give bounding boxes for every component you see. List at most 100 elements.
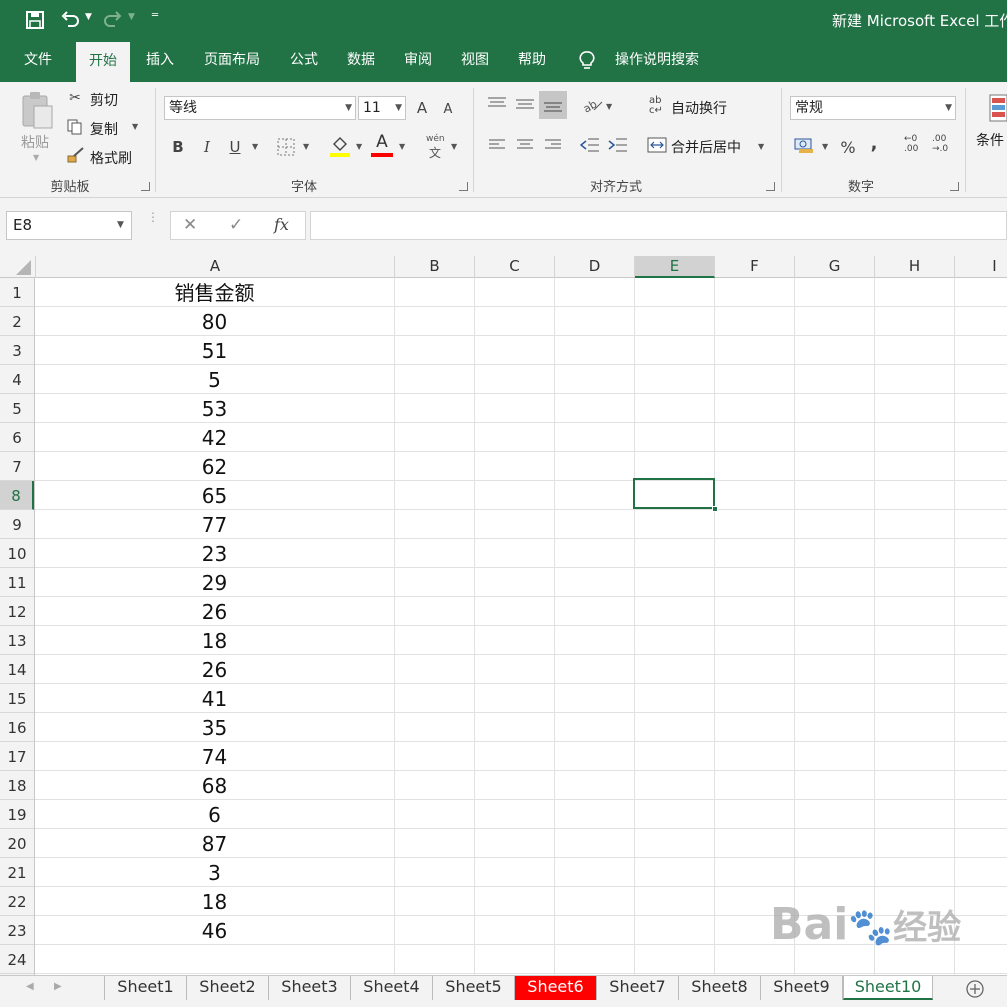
insert-function-icon[interactable]: fx [274, 215, 289, 234]
cell-a4[interactable]: 5 [35, 365, 394, 394]
column-header-a[interactable]: A [35, 256, 395, 278]
cell-a20[interactable]: 87 [35, 829, 394, 858]
redo-icon[interactable] [103, 10, 123, 30]
paste-dropdown-icon[interactable]: ▼ [33, 153, 39, 162]
font-name-combo[interactable]: 等线 ▼ [164, 96, 356, 120]
tab-view[interactable]: 视图 [451, 40, 499, 82]
row-header-10[interactable]: 10 [0, 539, 34, 568]
sheet-tab-sheet5[interactable]: Sheet5 [433, 976, 515, 1000]
cell-a19[interactable]: 6 [35, 800, 394, 829]
align-right-icon[interactable] [544, 138, 562, 152]
merge-dropdown-icon[interactable]: ▼ [758, 142, 764, 151]
fill-color-dropdown-icon[interactable]: ▼ [356, 142, 362, 151]
row-header-20[interactable]: 20 [0, 829, 34, 858]
copy-button[interactable]: 复制 [90, 119, 118, 139]
name-box[interactable]: E8 ▼ [6, 211, 132, 240]
cell-a8[interactable]: 65 [35, 481, 394, 510]
row-header-6[interactable]: 6 [0, 423, 34, 452]
chevron-down-icon[interactable]: ▼ [945, 97, 952, 119]
row-header-2[interactable]: 2 [0, 307, 34, 336]
row-header-24[interactable]: 24 [0, 945, 34, 974]
wrap-text-button[interactable]: 自动换行 [671, 98, 727, 118]
row-header-9[interactable]: 9 [0, 510, 34, 539]
undo-icon[interactable] [60, 10, 80, 30]
sheet-tab-sheet6[interactable]: Sheet6 [515, 976, 597, 1000]
font-color-dropdown-icon[interactable]: ▼ [399, 142, 405, 151]
tab-review[interactable]: 审阅 [394, 40, 442, 82]
row-header-18[interactable]: 18 [0, 771, 34, 800]
row-header-1[interactable]: 1 [0, 278, 34, 307]
format-painter-button[interactable]: 格式刷 [90, 148, 132, 168]
grow-font-icon[interactable]: A [413, 98, 431, 118]
align-center-icon[interactable] [516, 138, 534, 152]
column-header-f[interactable]: F [715, 256, 795, 278]
row-header-17[interactable]: 17 [0, 742, 34, 771]
add-sheet-icon[interactable] [965, 979, 985, 999]
italic-button[interactable]: I [197, 137, 217, 157]
row-header-21[interactable]: 21 [0, 858, 34, 887]
cell-a16[interactable]: 35 [35, 713, 394, 742]
sheet-tab-sheet7[interactable]: Sheet7 [597, 976, 679, 1000]
tab-data[interactable]: 数据 [337, 40, 385, 82]
underline-dropdown-icon[interactable]: ▼ [252, 142, 258, 151]
column-header-b[interactable]: B [395, 256, 475, 278]
conditional-formatting-icon[interactable] [988, 94, 1007, 122]
font-launcher-icon[interactable] [459, 182, 468, 191]
phonetic-dropdown-icon[interactable]: ▼ [451, 142, 457, 151]
column-header-e[interactable]: E [635, 256, 715, 278]
comma-button[interactable]: , [866, 134, 882, 154]
cancel-icon[interactable]: ✕ [183, 215, 197, 235]
cell-a18[interactable]: 68 [35, 771, 394, 800]
align-top-icon[interactable] [487, 96, 507, 112]
underline-button[interactable]: U [225, 137, 245, 157]
cell-a11[interactable]: 29 [35, 568, 394, 597]
cell-a9[interactable]: 77 [35, 510, 394, 539]
column-header-i[interactable]: I [955, 256, 1007, 278]
tab-page-layout[interactable]: 页面布局 [192, 40, 272, 82]
sheet-tab-sheet9[interactable]: Sheet9 [761, 976, 843, 1000]
phonetic-guide-icon[interactable]: 文 [429, 144, 441, 161]
selected-cell-e8[interactable] [633, 478, 715, 509]
cell-a21[interactable]: 3 [35, 858, 394, 887]
cell-grid[interactable]: 销售金额 80 51 5 53 42 62 65 77 23 29 26 18 26 41 35 74 68 6 87… [35, 278, 1007, 975]
scroll-tabs-right-icon[interactable]: ▶ [54, 981, 62, 992]
align-left-icon[interactable] [488, 138, 506, 152]
row-header-7[interactable]: 7 [0, 452, 34, 481]
formula-input[interactable] [310, 211, 1007, 240]
currency-icon[interactable] [794, 136, 816, 154]
sheet-tab-sheet10[interactable]: Sheet10 [843, 976, 933, 1000]
border-icon[interactable] [277, 138, 295, 156]
cell-a23[interactable]: 46 [35, 916, 394, 945]
row-header-12[interactable]: 12 [0, 597, 34, 626]
orientation-dropdown-icon[interactable]: ▼ [606, 102, 612, 111]
row-header-15[interactable]: 15 [0, 684, 34, 713]
cell-a14[interactable]: 26 [35, 655, 394, 684]
cell-a17[interactable]: 74 [35, 742, 394, 771]
alignment-launcher-icon[interactable] [766, 182, 775, 191]
cell-a10[interactable]: 23 [35, 539, 394, 568]
percent-button[interactable]: % [838, 138, 858, 158]
sheet-tab-sheet4[interactable]: Sheet4 [351, 976, 433, 1000]
increase-indent-icon[interactable] [608, 137, 628, 153]
row-header-16[interactable]: 16 [0, 713, 34, 742]
chevron-down-icon[interactable]: ▼ [345, 97, 352, 119]
paste-icon[interactable] [20, 90, 54, 130]
row-header-14[interactable]: 14 [0, 655, 34, 684]
row-header-19[interactable]: 19 [0, 800, 34, 829]
row-header-5[interactable]: 5 [0, 394, 34, 423]
increase-decimal-icon[interactable]: ←0.00 [904, 134, 918, 154]
number-launcher-icon[interactable] [950, 182, 959, 191]
row-header-11[interactable]: 11 [0, 568, 34, 597]
sheet-tab-sheet3[interactable]: Sheet3 [269, 976, 351, 1000]
save-icon[interactable] [26, 11, 44, 29]
tab-formulas[interactable]: 公式 [280, 40, 328, 82]
font-color-icon[interactable]: A [371, 132, 393, 152]
cut-button[interactable]: 剪切 [90, 90, 118, 110]
column-header-g[interactable]: G [795, 256, 875, 278]
fill-color-icon[interactable] [329, 134, 351, 158]
customize-icon[interactable]: ═ [152, 10, 158, 21]
number-format-combo[interactable]: 常规 ▼ [790, 96, 956, 120]
cell-a12[interactable]: 26 [35, 597, 394, 626]
paste-button[interactable]: 粘贴 [21, 132, 49, 152]
decrease-decimal-icon[interactable]: .00 →.0 [932, 134, 948, 154]
